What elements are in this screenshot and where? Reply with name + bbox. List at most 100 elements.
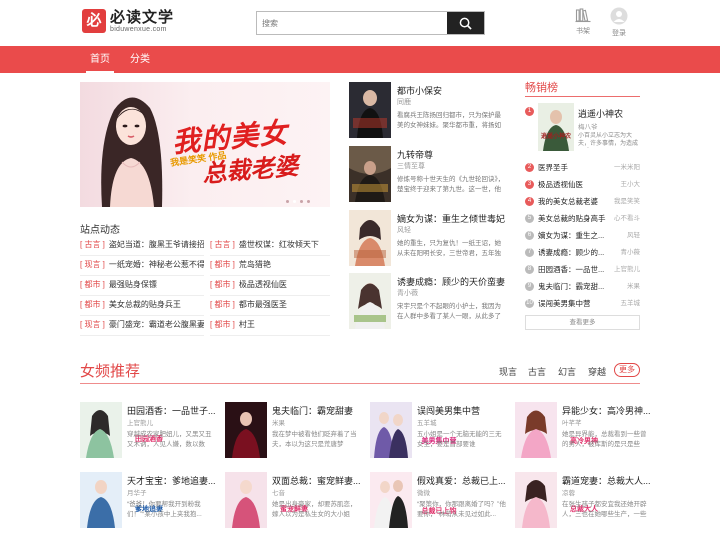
banner-illustration <box>101 97 163 207</box>
book-title: 霸道宠妻：总裁大人... <box>562 476 651 486</box>
book-title: 鬼夫临门：霸宠甜... <box>538 282 605 291</box>
news-item[interactable]: [ 都市 ] 都市最强医圣 <box>210 298 330 316</box>
news-item[interactable]: [ 都市 ] 极品透视仙医 <box>210 278 330 296</box>
search-button[interactable] <box>447 12 484 34</box>
view-more-button[interactable]: 查看更多 <box>525 315 640 330</box>
news-item[interactable]: [ 古言 ] 盛世权谋：红妆倾天下 <box>210 238 330 256</box>
news-text: 美女总裁的贴身兵王 <box>108 300 181 309</box>
rank-item-top[interactable]: 1 逍遥小神农 逍遥小神农 梅八爷 小百灵从小立志为大夫，许多事情，为造成困难 <box>525 103 640 155</box>
rank-item[interactable]: 8 田园酒香：一品世... 上官熊儿 <box>525 262 640 278</box>
book-card[interactable]: 总裁已上钩 假戏真爱：总裁已上... 微微 “聚策你，你那跟离婚了吗？”他要你，… <box>370 472 508 530</box>
book-title: 诱妻成瘾：顾少的天价蛮妻 <box>397 277 506 287</box>
news-tag: [ 都市 ] <box>210 300 235 309</box>
book-card[interactable]: 爹地追妻 天才宝宝：爹地追妻... 月华子 “爸爸！你要帮我开到粉我们！”“某小… <box>80 472 218 530</box>
logo-icon: 必 <box>82 9 106 33</box>
news-item[interactable]: [ 古言 ] 盗妃当道：腹黑王爷请接招 <box>80 238 204 256</box>
carousel-dot[interactable] <box>286 200 289 203</box>
book-cover <box>370 402 412 458</box>
book-author: 七音 <box>272 490 285 497</box>
book-desc: 她的重生，只为复仇！一纸王诏，她从未在阳明长安，三世帝君，五年独心相 <box>397 240 501 257</box>
book-author: 三情至尊 <box>397 163 425 170</box>
section-title: 女频推荐 <box>80 363 141 380</box>
book-author: 叶芊芊 <box>562 420 582 427</box>
tab-modern[interactable]: 现言 <box>499 365 517 378</box>
divider <box>525 96 640 97</box>
divider <box>80 383 640 384</box>
nav-category[interactable]: 分类 <box>130 46 150 73</box>
rank-item[interactable]: 5 美女总裁的贴身高手 心不看斗 <box>525 211 640 227</box>
featured-book[interactable]: 九转帝尊 三情至尊 修炼号称十世天生的《九世轮回诀》，楚宝终于迎来了第九世。这一… <box>349 146 509 204</box>
tab-ancient[interactable]: 古言 <box>528 365 546 378</box>
rank-item[interactable]: 4 我的美女总裁老婆 我是笑笑 <box>525 194 640 210</box>
search-icon <box>459 17 472 30</box>
rank-number: 9 <box>525 282 534 291</box>
book-title: 九转帝尊 <box>397 150 434 160</box>
book-cover <box>349 273 391 329</box>
news-item[interactable]: [ 都市 ] 美女总裁的贴身兵王 <box>80 298 204 316</box>
book-author: 青小薇 <box>397 290 418 297</box>
featured-book[interactable]: 都市小保安 同鹿 看腐兵王陈扬回归都市，只为保护最美的女神妹妹。聚华都市重，将扬… <box>349 82 509 140</box>
news-item[interactable]: [ 现言 ] 一纸宠婚：神秘老公惹不得 <box>80 258 204 276</box>
site-logo[interactable]: 必 必读文学 biduwenxue.com <box>82 9 174 34</box>
book-author: 梅八爷 <box>578 124 598 131</box>
book-title: 嫡女为谋：重生之倾世毒妃 <box>397 214 506 224</box>
book-card[interactable]: 蜜宠鲜妻 双面总裁：蜜宠鲜妻... 七音 她是出身豪家，却要苏肌恋，嫁人以为是私… <box>225 472 363 530</box>
rank-item[interactable]: 9 鬼夫临门：霸宠甜... 米果 <box>525 279 640 295</box>
book-desc: 修炼号称十世天生的《九世轮回诀》，楚宝终于迎来了第九世。这一世，他要称 <box>397 176 505 193</box>
carousel-dot[interactable] <box>307 200 310 203</box>
search-input[interactable] <box>257 12 447 34</box>
book-title: 双面总裁：蜜宠鲜妻... <box>272 476 361 486</box>
book-title: 美女总裁的贴身高手 <box>538 214 606 223</box>
news-item[interactable]: [ 现言 ] 豪门盛宠：霸道老公腹黑妻 <box>80 318 204 336</box>
book-card[interactable]: 田园酒香 田园酒香：一品世子... 上官熊儿 穿越成农家肥妞儿，又黑又丑又木讷，… <box>80 402 218 460</box>
tab-time-travel[interactable]: 穿越 <box>588 365 606 378</box>
carousel-dot[interactable] <box>300 200 303 203</box>
news-item[interactable]: [ 都市 ] 最强贴身保镖 <box>80 278 204 296</box>
rank-item[interactable]: 3 极品透视仙医 王小大 <box>525 177 640 193</box>
featured-book[interactable]: 诱妻成瘾：顾少的天价蛮妻 青小薇 宋宇只是个不起眼的小护士，我因为在人群中多看了… <box>349 273 509 331</box>
carousel-dot[interactable] <box>293 200 296 203</box>
book-cover <box>515 472 557 528</box>
book-card[interactable]: 高冷男神 异能少女：高冷男神... 叶芊芊 她是异界能，总裁看到一些曾的男人，被… <box>515 402 653 460</box>
login-link[interactable]: 登录 <box>604 7 634 38</box>
nav-home[interactable]: 首页 <box>86 46 114 73</box>
rank-item[interactable]: 2 医界圣手 一米米阳 <box>525 160 640 176</box>
book-title: 鬼夫临门：霸宠甜妻 <box>272 406 354 416</box>
book-cover <box>225 402 267 458</box>
book-cover <box>538 103 574 151</box>
more-button[interactable]: 更多 <box>614 363 640 377</box>
book-card[interactable]: 总裁大人 霸道宠妻：总裁大人... 凉蓉 在张生孩子都安宜我还她开辟人，三也在她… <box>515 472 653 530</box>
book-cover <box>515 402 557 458</box>
book-cover <box>349 210 391 266</box>
book-desc: 看腐兵王陈扬回归都市，只为保护最美的女神妹妹。聚华都市重，将扬如胸襟 <box>397 112 501 129</box>
news-tag: [ 都市 ] <box>210 320 235 329</box>
bookshelf-link[interactable]: 书架 <box>568 7 598 36</box>
news-text: 豪门盛宠：霸道老公腹黑妻 <box>108 320 204 329</box>
tab-fantasy[interactable]: 幻言 <box>558 365 576 378</box>
featured-book[interactable]: 嫡女为谋：重生之倾世毒妃 风轻 她的重生，只为复仇！一纸王诏，她从未在阳明长安，… <box>349 210 509 268</box>
news-item[interactable]: [ 都市 ] 村王 <box>210 318 330 336</box>
rank-item[interactable]: 6 嫡女为谋：重生之... 风轻 <box>525 228 640 244</box>
book-desc: 在张生孩子都安宜我还她开辟人，三也在她哪些生产，一些之... <box>562 501 647 518</box>
logo-domain: biduwenxue.com <box>110 26 167 33</box>
book-author: 心不看斗 <box>614 215 640 222</box>
header: 必 必读文学 biduwenxue.com 书架 登录 <box>0 0 720 46</box>
hero-banner[interactable]: 我的美女 我是笑笑 作品 总裁老婆 <box>80 82 330 207</box>
rank-item[interactable]: 10 误闯美男集中营 五羊城 <box>525 296 640 312</box>
search-box <box>256 11 485 35</box>
book-card[interactable]: 霸宠甜妻 鬼夫临门：霸宠甜妻 米果 我在梦中被看他们眨弃着了当夫，本以为这只是荒… <box>225 402 363 460</box>
book-card[interactable]: 美男集中营 误闯美男集中营 五羊城 五小姐是一个无脑无能的三无女生，要是首部要谁 <box>370 402 508 460</box>
news-tag: [ 都市 ] <box>80 300 105 309</box>
bookshelf-icon <box>575 8 591 23</box>
book-author: 青小薇 <box>620 249 641 256</box>
rank-number: 7 <box>525 248 534 257</box>
book-author: 米果 <box>272 420 285 427</box>
rank-item[interactable]: 7 诱妻成瘾：顾少的... 青小薇 <box>525 245 640 261</box>
book-author: 风轻 <box>627 232 640 239</box>
news-text: 都市最强医圣 <box>238 300 287 309</box>
book-title: 都市小保安 <box>397 86 443 96</box>
book-title: 极品透视仙医 <box>538 180 583 189</box>
rank-number: 4 <box>525 197 534 206</box>
book-author: 风轻 <box>397 227 411 234</box>
news-item[interactable]: [ 都市 ] 荒岛猎艳 <box>210 258 330 276</box>
